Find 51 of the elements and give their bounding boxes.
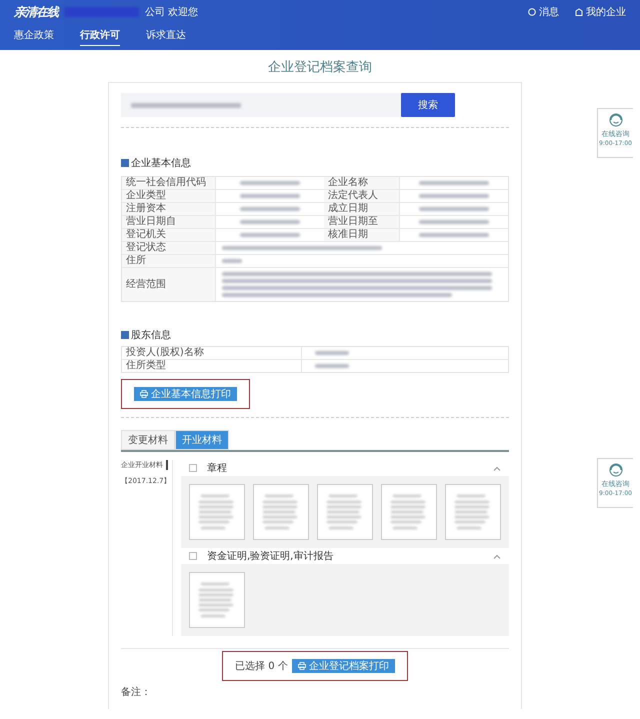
document-thumbnail[interactable] [189,572,245,628]
tab[interactable]: 变更材料 [121,430,175,450]
table-label: 统一社会信用代码 [122,177,216,189]
table-label: 核准日期 [324,229,400,241]
document-thumbnail[interactable] [445,484,501,540]
header-link[interactable]: 我的企业 [575,5,626,19]
table-label: 企业类型 [122,190,216,202]
page-title: 企业登记档案查询 [267,59,373,76]
selected-count: 已选择 0 个 [235,660,288,673]
printer-icon [298,662,306,670]
document-thumbnail[interactable] [253,484,309,540]
table-label: 经营范围 [122,268,216,301]
table-label: 登记状态 [122,242,216,254]
document-thumbnail[interactable] [189,484,245,540]
nav-tab[interactable]: 诉求直达 [146,28,186,46]
tab[interactable]: 开业材料 [175,430,229,450]
document-thumbnail[interactable] [317,484,373,540]
section-title: 企业基本信息 [131,156,191,170]
checkbox[interactable] [189,552,197,560]
printer-icon [140,390,148,398]
table-label: 企业名称 [324,177,400,189]
table-label: 住所 [122,255,216,267]
message-icon [528,8,536,16]
document-thumbnail[interactable] [381,484,437,540]
headset-icon [608,112,624,128]
table-label: 登记机关 [122,229,216,241]
building-icon [575,8,583,16]
table-label: 成立日期 [324,203,400,215]
table-label: 营业日期自 [122,216,216,228]
search-button[interactable]: 搜索 [401,93,455,117]
checkbox[interactable] [121,331,129,339]
print-button[interactable]: 企业登记档案打印 [292,659,395,673]
search-field[interactable] [121,93,401,117]
nav-tab[interactable]: 行政许可 [80,28,120,46]
headset-icon [608,462,624,478]
section-title: 股东信息 [131,328,171,342]
group-title: 资金证明,验资证明,审计报告 [207,550,334,563]
chevron-up-icon[interactable] [493,554,501,558]
table-label: 注册资本 [122,203,216,215]
chevron-up-icon[interactable] [493,466,501,470]
table-label: 法定代表人 [324,190,400,202]
checkbox[interactable] [189,464,197,472]
header-link[interactable]: 消息 [528,5,559,19]
table-label: 营业日期至 [324,216,400,228]
group-title: 章程 [207,462,228,475]
logo[interactable]: 亲清在线 [14,4,58,20]
nav-tab[interactable]: 惠企政策 [14,28,54,46]
checkbox[interactable] [121,159,129,167]
print-button[interactable]: 企业基本信息打印 [134,387,237,401]
greeting: 公司 欢迎您 [145,6,198,19]
note-label: 备注： [121,686,152,699]
